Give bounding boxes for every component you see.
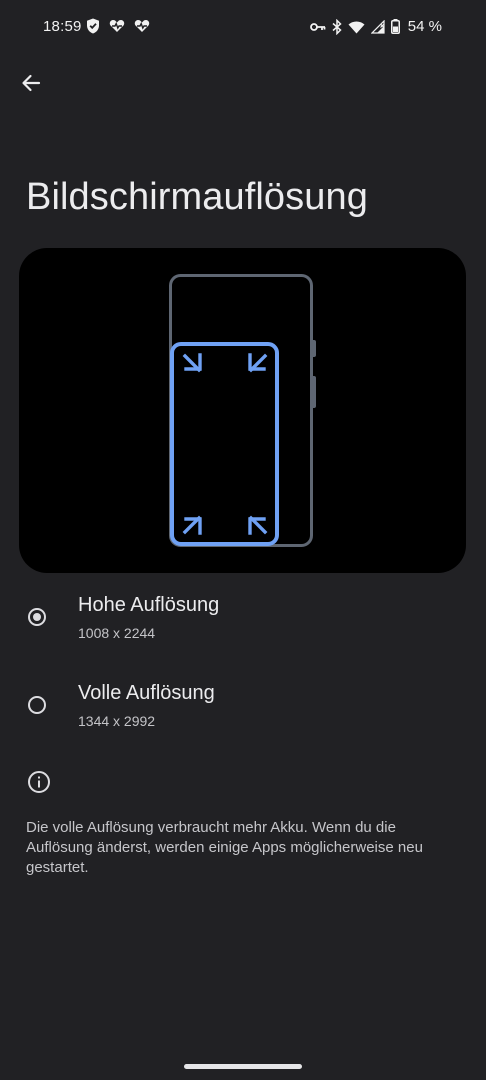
status-bar: 18:59 54 %: [0, 0, 486, 56]
option-resolution: 1008 x 2244: [78, 625, 156, 641]
resolution-illustration: [19, 248, 466, 573]
status-time: 18:59: [43, 18, 82, 35]
home-indicator[interactable]: [184, 1064, 302, 1069]
shield-icon: [86, 18, 100, 34]
system-icons: 54 %: [309, 18, 442, 35]
bluetooth-icon: [332, 18, 342, 35]
option-label: Hohe Auflösung: [78, 594, 220, 616]
info-icon: [27, 770, 51, 794]
radio-high-resolution[interactable]: [28, 608, 46, 626]
key-icon: [309, 21, 326, 33]
option-resolution: 1344 x 2992: [78, 713, 156, 729]
info-text: Die volle Auflösung verbraucht mehr Akku…: [26, 819, 423, 876]
wifi-icon: [348, 20, 365, 34]
heart-pulse-icon: [109, 19, 125, 33]
battery-icon: [390, 19, 400, 34]
option-label: Volle Auflösung: [78, 682, 215, 704]
battery-percent: 54 %: [407, 18, 442, 35]
phone-resize-graphic: [169, 274, 316, 547]
signal-icon: [370, 19, 385, 34]
arrow-back-icon: [21, 73, 41, 98]
option-full-resolution[interactable]: Volle Auflösung 1344 x 2992: [0, 668, 486, 748]
radio-selected-dot: [33, 613, 41, 621]
back-button[interactable]: [14, 68, 48, 102]
notification-icons: [86, 18, 150, 34]
option-high-resolution[interactable]: Hohe Auflösung 1008 x 2244: [0, 580, 486, 660]
page-title: Bildschirmauflösung: [26, 176, 368, 218]
heart-pulse-icon: [134, 19, 150, 33]
radio-full-resolution[interactable]: [28, 696, 46, 714]
